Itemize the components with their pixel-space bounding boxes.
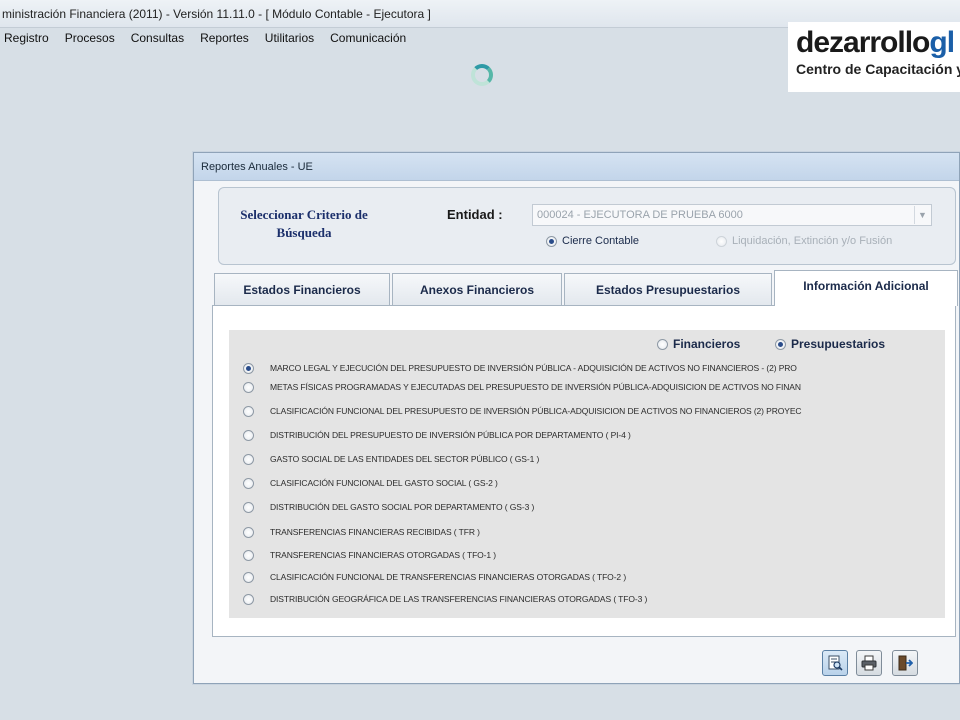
exit-door-icon bbox=[898, 655, 913, 671]
loading-spinner-icon bbox=[471, 64, 493, 86]
report-label: DISTRIBUCIÓN GEOGRÁFICA DE LAS TRANSFERE… bbox=[270, 594, 648, 604]
menu-comunicacion[interactable]: Comunicación bbox=[330, 31, 406, 45]
report-label: METAS FÍSICAS PROGRAMADAS Y EJECUTADAS D… bbox=[270, 382, 801, 392]
list-item[interactable]: METAS FÍSICAS PROGRAMADAS Y EJECUTADAS D… bbox=[243, 379, 943, 395]
entity-select-value: 000024 - EJECUTORA DE PRUEBA 6000 bbox=[537, 209, 743, 221]
watermark-logo: dezarrollogl Centro de Capacitación y bbox=[788, 22, 960, 92]
menu-utilitarios[interactable]: Utilitarios bbox=[265, 31, 314, 45]
list-item[interactable]: TRANSFERENCIAS FINANCIERAS OTORGADAS ( T… bbox=[243, 547, 943, 563]
reports-panel: Financieros Presupuestarios MARCO LEGAL … bbox=[229, 330, 945, 618]
menu-consultas[interactable]: Consultas bbox=[131, 31, 184, 45]
tab-estados-presupuestarios[interactable]: Estados Presupuestarios bbox=[564, 273, 772, 305]
dialog-title: Reportes Anuales - UE bbox=[201, 161, 313, 173]
option-liquidacion-label: Liquidación, Extinción y/o Fusión bbox=[732, 235, 893, 247]
report-radio[interactable] bbox=[243, 362, 254, 374]
option-cierre-label: Cierre Contable bbox=[562, 235, 640, 247]
printer-icon bbox=[861, 655, 877, 671]
report-label: CLASIFICACIÓN FUNCIONAL DEL PRESUPUESTO … bbox=[270, 406, 802, 416]
type-financieros[interactable]: Financieros bbox=[657, 337, 740, 351]
menu-registro[interactable]: Registro bbox=[4, 31, 49, 45]
radio-financieros[interactable] bbox=[657, 338, 668, 350]
menu-procesos[interactable]: Procesos bbox=[65, 31, 115, 45]
report-label: CLASIFICACIÓN FUNCIONAL DE TRANSFERENCIA… bbox=[270, 572, 627, 582]
report-radio[interactable] bbox=[243, 453, 254, 465]
tab-informacion-adicional[interactable]: Información Adicional bbox=[774, 270, 958, 306]
report-radio[interactable] bbox=[243, 429, 254, 441]
report-label: DISTRIBUCIÓN DEL GASTO SOCIAL POR DEPART… bbox=[270, 502, 535, 512]
report-label: GASTO SOCIAL DE LAS ENTIDADES DEL SECTOR… bbox=[270, 454, 540, 464]
report-label: DISTRIBUCIÓN DEL PRESUPUESTO DE INVERSIÓ… bbox=[270, 430, 631, 440]
report-radio[interactable] bbox=[243, 549, 254, 561]
entity-select[interactable]: 000024 - EJECUTORA DE PRUEBA 6000 ▼ bbox=[532, 204, 932, 226]
list-item[interactable]: CLASIFICACIÓN FUNCIONAL DE TRANSFERENCIA… bbox=[243, 569, 943, 585]
entity-label: Entidad : bbox=[447, 207, 503, 222]
criteria-title: Seleccionar Criterio de Búsqueda bbox=[240, 207, 368, 240]
report-preview-icon bbox=[828, 655, 843, 671]
type-financieros-label: Financieros bbox=[673, 337, 741, 351]
radio-liquidacion bbox=[716, 235, 727, 247]
radio-presupuestarios[interactable] bbox=[775, 338, 786, 350]
print-button[interactable] bbox=[856, 650, 882, 676]
list-item[interactable]: DISTRIBUCIÓN GEOGRÁFICA DE LAS TRANSFERE… bbox=[243, 591, 943, 607]
option-cierre-contable[interactable]: Cierre Contable bbox=[546, 235, 639, 247]
report-radio[interactable] bbox=[243, 405, 254, 417]
tab-estados-financieros[interactable]: Estados Financieros bbox=[214, 273, 390, 305]
report-radio[interactable] bbox=[243, 381, 254, 393]
option-liquidacion: Liquidación, Extinción y/o Fusión bbox=[716, 235, 892, 247]
search-criteria-panel: Seleccionar Criterio de Búsqueda Entidad… bbox=[218, 187, 956, 265]
list-item[interactable]: DISTRIBUCIÓN DEL PRESUPUESTO DE INVERSIÓ… bbox=[243, 427, 943, 443]
chevron-down-icon[interactable]: ▼ bbox=[914, 206, 930, 224]
report-label: TRANSFERENCIAS FINANCIERAS RECIBIDAS ( T… bbox=[270, 527, 480, 537]
type-presupuestarios-label: Presupuestarios bbox=[791, 337, 886, 351]
watermark-name: dezarrollogl bbox=[796, 26, 955, 59]
menu-reportes[interactable]: Reportes bbox=[200, 31, 249, 45]
report-radio[interactable] bbox=[243, 593, 254, 605]
list-item[interactable]: DISTRIBUCIÓN DEL GASTO SOCIAL POR DEPART… bbox=[243, 499, 943, 515]
dialog-title-bar: Reportes Anuales - UE bbox=[194, 153, 959, 181]
list-item[interactable]: CLASIFICACIÓN FUNCIONAL DEL GASTO SOCIAL… bbox=[243, 475, 943, 491]
report-radio[interactable] bbox=[243, 526, 254, 538]
list-item[interactable]: MARCO LEGAL Y EJECUCIÓN DEL PRESUPUESTO … bbox=[243, 360, 943, 376]
preview-button[interactable] bbox=[822, 650, 848, 676]
report-radio[interactable] bbox=[243, 477, 254, 489]
report-radio[interactable] bbox=[243, 571, 254, 583]
radio-cierre-contable[interactable] bbox=[546, 235, 557, 247]
list-item[interactable]: GASTO SOCIAL DE LAS ENTIDADES DEL SECTOR… bbox=[243, 451, 943, 467]
exit-button[interactable] bbox=[892, 650, 918, 676]
list-item[interactable]: TRANSFERENCIAS FINANCIERAS RECIBIDAS ( T… bbox=[243, 524, 943, 540]
watermark-subtitle: Centro de Capacitación y bbox=[796, 61, 960, 77]
tab-anexos-financieros[interactable]: Anexos Financieros bbox=[392, 273, 562, 305]
app-title: ministración Financiera (2011) - Versión… bbox=[2, 7, 431, 21]
list-item[interactable]: CLASIFICACIÓN FUNCIONAL DEL PRESUPUESTO … bbox=[243, 403, 943, 419]
annual-reports-dialog: Reportes Anuales - UE Seleccionar Criter… bbox=[193, 152, 960, 684]
report-label: MARCO LEGAL Y EJECUCIÓN DEL PRESUPUESTO … bbox=[270, 363, 797, 373]
report-label: TRANSFERENCIAS FINANCIERAS OTORGADAS ( T… bbox=[270, 550, 497, 560]
report-radio[interactable] bbox=[243, 501, 254, 513]
tab-content-informacion-adicional: Financieros Presupuestarios MARCO LEGAL … bbox=[212, 305, 956, 637]
type-presupuestarios[interactable]: Presupuestarios bbox=[775, 337, 885, 351]
report-label: CLASIFICACIÓN FUNCIONAL DEL GASTO SOCIAL… bbox=[270, 478, 498, 488]
